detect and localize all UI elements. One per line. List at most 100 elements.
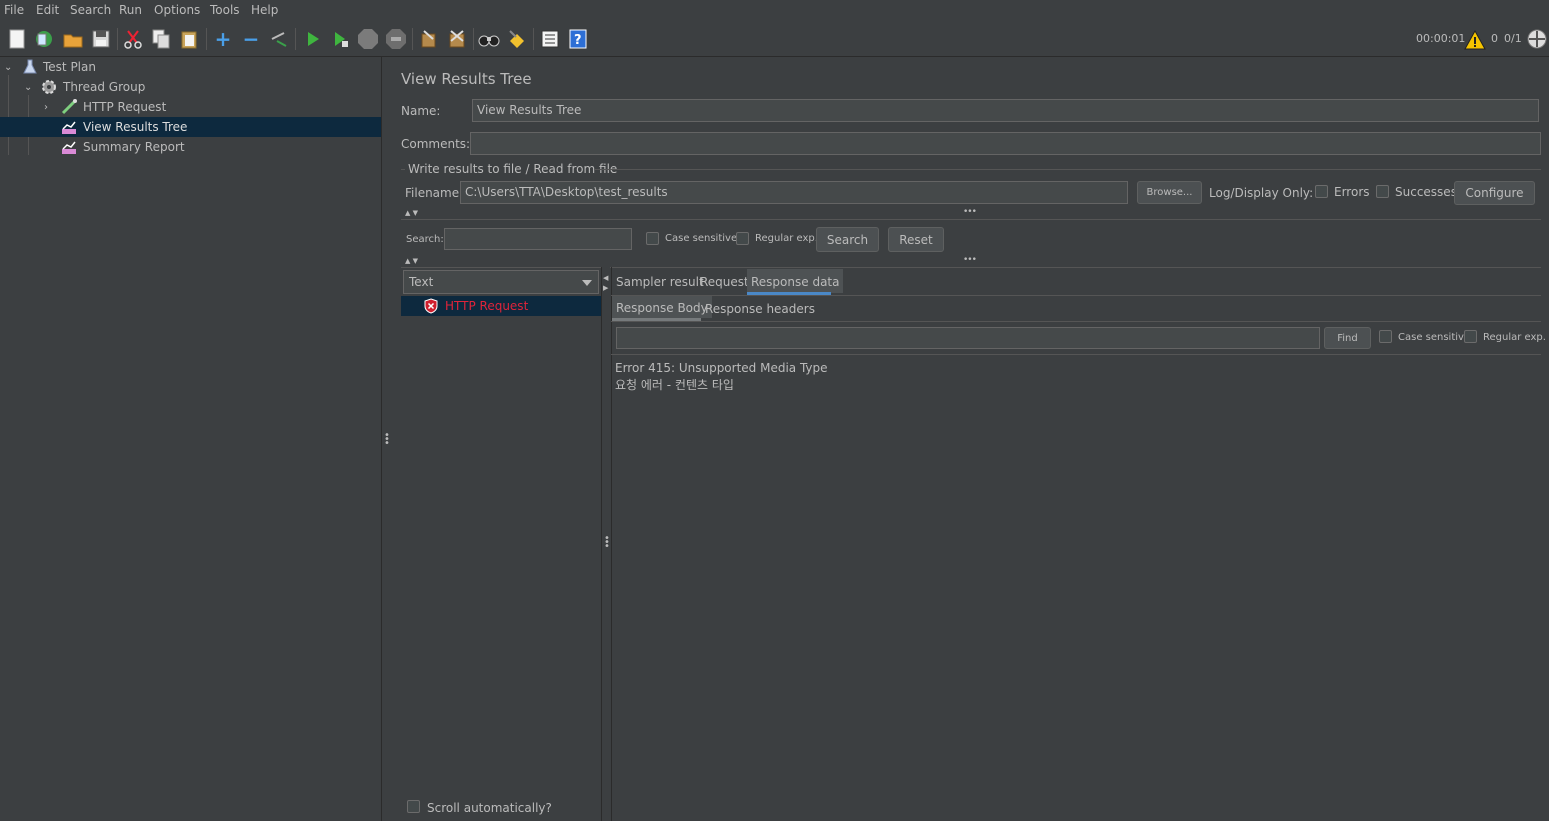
menu-edit[interactable]: Edit — [36, 3, 59, 17]
copy-icon[interactable] — [150, 28, 172, 50]
view-results-tree-panel: View Results Tree Name: View Results Tre… — [390, 57, 1549, 821]
section-border — [401, 169, 405, 170]
menu-file[interactable]: File — [4, 3, 24, 17]
stop-icon[interactable] — [357, 28, 379, 50]
tree-item-thread-group[interactable]: ⌄ Thread Group — [0, 77, 381, 97]
errors-label: Errors — [1334, 185, 1370, 199]
tab-sampler-result[interactable]: Sampler result — [616, 275, 704, 289]
scroll-automatically-checkbox[interactable] — [407, 800, 420, 813]
tab-request[interactable]: Request — [700, 275, 749, 289]
expand-icon[interactable]: + — [212, 27, 234, 51]
name-field[interactable]: View Results Tree — [472, 99, 1539, 122]
reset-button[interactable]: Reset — [888, 227, 944, 252]
drag-handle-icon[interactable]: ••• — [963, 255, 977, 265]
renderer-select[interactable]: Text — [403, 270, 599, 294]
flask-icon — [22, 59, 38, 75]
save-icon[interactable] — [90, 28, 112, 50]
errors-checkbox[interactable] — [1315, 185, 1328, 198]
paste-icon[interactable] — [178, 28, 200, 50]
results-list — [401, 267, 602, 821]
filename-label: Filename — [405, 186, 460, 200]
remote-status-icon — [1526, 28, 1548, 50]
tree-item-label: Test Plan — [43, 60, 96, 74]
svg-text:?: ? — [574, 33, 582, 48]
chevron-down-icon[interactable]: ⌄ — [4, 62, 12, 73]
tree-item-view-results-tree[interactable]: View Results Tree — [0, 117, 381, 137]
gear-icon — [41, 79, 57, 95]
clear-all-icon[interactable] — [446, 28, 468, 50]
divider — [611, 295, 1541, 296]
case-sensitive-label: Case sensitive — [665, 233, 738, 244]
active-threads: 0/1 — [1504, 32, 1522, 45]
shutdown-icon[interactable] — [385, 28, 407, 50]
filename-field[interactable]: C:\Users\TTA\Desktop\test_results — [460, 181, 1128, 204]
start-icon[interactable] — [301, 28, 323, 50]
toolbar-separator — [412, 28, 413, 50]
find-input[interactable] — [616, 327, 1320, 349]
find-button[interactable]: Find — [1324, 327, 1371, 349]
tree-item-test-plan[interactable]: ⌄ Test Plan — [0, 57, 381, 77]
toolbar-separator — [206, 28, 207, 50]
tree-item-summary-report[interactable]: Summary Report — [0, 137, 381, 157]
find-regex-checkbox[interactable] — [1464, 330, 1477, 343]
start-no-pause-icon[interactable] — [329, 28, 351, 50]
menu-options[interactable]: Options — [154, 3, 200, 17]
collapse-icon[interactable]: − — [240, 27, 262, 51]
drag-handle-icon[interactable]: ••• — [963, 207, 977, 217]
tab-response-body[interactable]: Response Body — [612, 296, 712, 318]
case-sensitive-checkbox[interactable] — [646, 232, 659, 245]
browse-button[interactable]: Browse... — [1137, 181, 1202, 204]
templates-icon[interactable] — [33, 28, 55, 50]
tree-item-label: View Results Tree — [83, 120, 188, 134]
clear-icon[interactable] — [417, 28, 439, 50]
toggle-icon[interactable] — [268, 28, 290, 50]
tree-item-http-request[interactable]: › HTTP Request — [0, 97, 381, 117]
comments-field[interactable] — [470, 132, 1541, 155]
menu-help[interactable]: Help — [251, 3, 278, 17]
page-title: View Results Tree — [401, 70, 532, 88]
response-body-line: Error 415: Unsupported Media Type — [615, 361, 828, 375]
help-icon[interactable]: ? — [567, 28, 589, 50]
find-case-sensitive-label: Case sensitive — [1398, 332, 1471, 343]
splitter-grip-icon[interactable]: • • • — [604, 534, 610, 552]
tree-item-label: Thread Group — [63, 80, 146, 94]
menu-tools[interactable]: Tools — [210, 3, 240, 17]
results-splitter[interactable]: ◀ ▶ • • • — [602, 267, 610, 821]
tab-response-data[interactable]: Response data — [747, 269, 844, 293]
toolbar-separator — [117, 28, 118, 50]
reset-search-icon[interactable] — [506, 28, 528, 50]
collapse-arrows-icon[interactable]: ▲ ▼ — [405, 209, 418, 217]
main-splitter[interactable]: • • • — [382, 57, 390, 821]
collapse-arrows-icon[interactable]: ▲ ▼ — [405, 257, 418, 265]
search-button[interactable]: Search — [816, 227, 879, 252]
list-item-label: HTTP Request — [445, 299, 529, 313]
cut-icon[interactable] — [122, 28, 144, 50]
tab-response-headers[interactable]: Response headers — [705, 302, 815, 316]
regex-checkbox[interactable] — [736, 232, 749, 245]
chevron-right-icon[interactable]: › — [44, 102, 48, 113]
chart-icon — [61, 119, 77, 135]
collapse-arrows-icon[interactable]: ◀ ▶ — [603, 273, 608, 293]
menu-run[interactable]: Run — [119, 3, 142, 17]
toolbar-separator — [295, 28, 296, 50]
configure-button[interactable]: Configure — [1454, 181, 1535, 205]
detail-panel — [611, 267, 1549, 821]
chevron-down-icon[interactable]: ⌄ — [24, 82, 32, 93]
scroll-automatically-label: Scroll automatically? — [427, 801, 552, 815]
menu-bar: File Edit Search Run Options Tools Help — [0, 0, 1549, 22]
new-icon[interactable] — [6, 28, 28, 50]
comments-label: Comments: — [401, 137, 471, 151]
search-icon[interactable] — [478, 28, 500, 50]
open-icon[interactable] — [62, 28, 84, 50]
warning-count: 0 — [1491, 32, 1498, 45]
menu-search[interactable]: Search — [70, 3, 111, 17]
test-plan-tree: ⌄ Test Plan ⌄ Thread Group › HTTP Reques… — [0, 57, 382, 821]
successes-checkbox[interactable] — [1376, 185, 1389, 198]
function-helper-icon[interactable] — [539, 28, 561, 50]
search-input[interactable] — [444, 228, 632, 250]
find-case-sensitive-checkbox[interactable] — [1379, 330, 1392, 343]
divider — [611, 354, 1541, 355]
warning-icon[interactable] — [1464, 29, 1486, 51]
list-item[interactable]: HTTP Request — [401, 296, 601, 316]
divider — [611, 321, 1541, 322]
